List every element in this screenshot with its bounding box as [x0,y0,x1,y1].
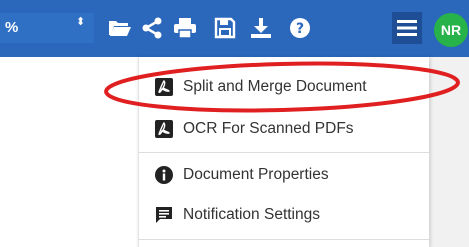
avatar-initials: NR [440,22,462,38]
share-icon[interactable] [139,15,165,41]
download-icon[interactable] [248,15,274,41]
info-icon [155,166,173,184]
document-area [0,57,138,247]
menu-item-notification-settings[interactable]: Notification Settings [139,197,429,233]
menu-icon [397,20,417,36]
menu-item-label: OCR For Scanned PDFs [183,120,354,137]
options-dropdown-menu: Split and Merge Document OCR For Scanned… [138,57,429,247]
menu-divider [139,239,429,240]
save-icon[interactable] [212,15,238,41]
svg-text:?: ? [296,21,304,37]
pdf-icon [155,120,173,138]
menu-item-ocr[interactable]: OCR For Scanned PDFs [139,111,429,147]
menu-item-split-merge[interactable]: Split and Merge Document [139,69,429,105]
menu-item-label: Document Properties [183,166,329,183]
top-toolbar: % ⬍ ? NR [0,0,469,57]
right-background [428,57,469,247]
zoom-select[interactable]: % ⬍ [0,13,94,43]
select-arrows-icon: ⬍ [76,16,86,28]
help-icon[interactable]: ? [287,15,313,41]
menu-button[interactable] [392,12,422,44]
menu-divider [139,152,429,153]
pdf-icon [155,78,173,96]
menu-item-label: Split and Merge Document [183,78,367,95]
print-icon[interactable] [172,15,198,41]
zoom-value: % [5,19,19,36]
folder-open-icon[interactable] [107,15,133,41]
user-avatar[interactable]: NR [434,13,468,47]
notification-icon [156,207,172,223]
menu-item-document-properties[interactable]: Document Properties [139,157,429,193]
menu-item-label: Notification Settings [183,206,320,223]
